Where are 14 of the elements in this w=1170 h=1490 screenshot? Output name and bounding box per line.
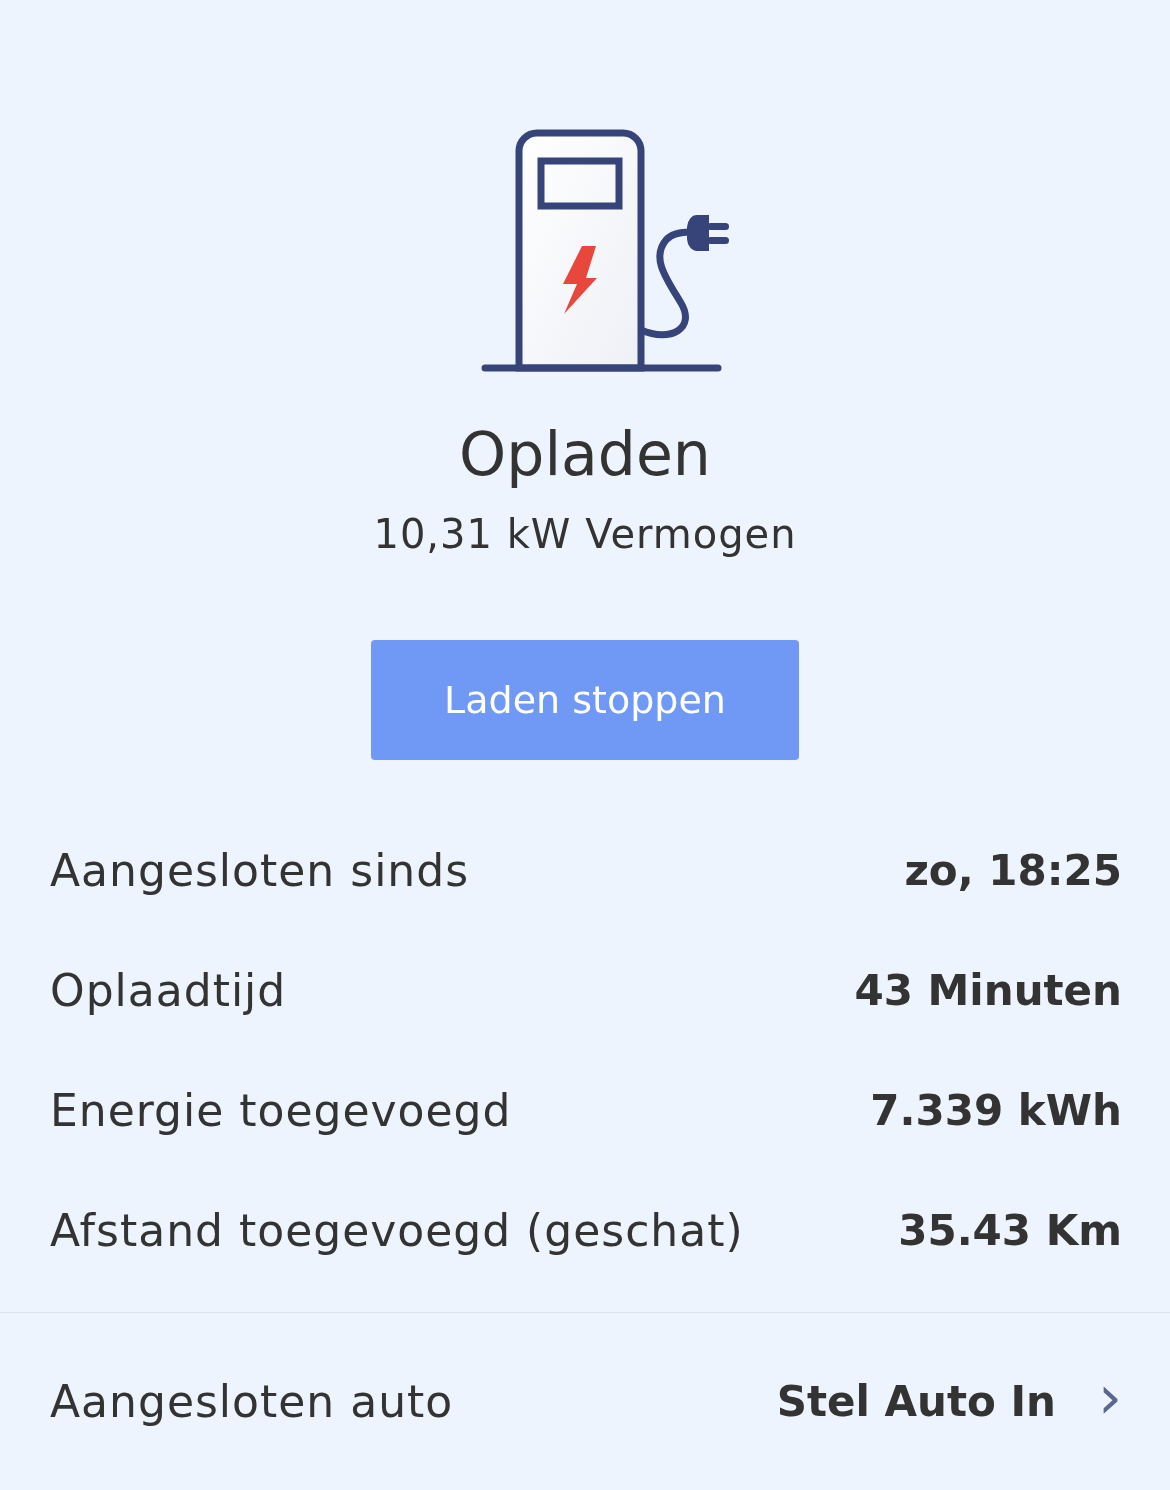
status-title: Opladen: [459, 418, 711, 491]
connected-car-label: Aangesloten auto: [50, 1375, 455, 1427]
detail-value: 43 Minuten: [854, 965, 1122, 1015]
detail-label: Oplaadtijd: [50, 964, 287, 1016]
detail-value: zo, 18:25: [904, 845, 1122, 895]
detail-label: Afstand toegevoegd (geschat): [50, 1204, 744, 1256]
detail-value: 35.43 Km: [898, 1205, 1122, 1255]
detail-label: Aangesloten sinds: [50, 844, 470, 896]
connected-car-value: Stel Auto In: [776, 1376, 1056, 1426]
chevron-icon: ›: [1098, 1367, 1122, 1427]
connected-car-row[interactable]: Aangesloten auto Stel Auto In ›: [0, 1313, 1170, 1489]
power-reading: 10,31 kW Vermogen: [373, 510, 797, 559]
detail-label: Energie toegevoegd: [50, 1084, 512, 1136]
detail-value: 7.339 kWh: [870, 1085, 1122, 1135]
